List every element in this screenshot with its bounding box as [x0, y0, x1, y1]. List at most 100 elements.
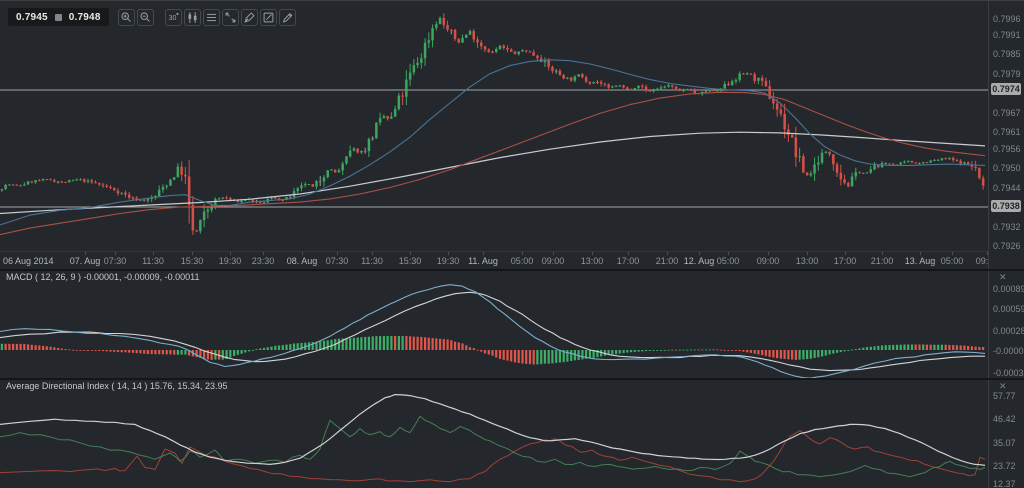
price-axis-label: 0.7991: [993, 30, 1021, 40]
expand-button[interactable]: [222, 9, 239, 26]
time-axis-tick: [115, 252, 116, 255]
spread-square-icon: [55, 14, 62, 21]
time-axis-label: 23:30: [252, 256, 275, 266]
svg-text:30: 30: [168, 15, 176, 22]
timeframe-button[interactable]: 30: [165, 9, 182, 26]
time-axis-tick: [592, 252, 593, 255]
price-axis-label: 0.7985: [993, 49, 1021, 59]
time-axis-label: 15:30: [399, 256, 422, 266]
pencil-icon: [280, 9, 295, 26]
time-axis-tick: [920, 252, 921, 255]
macd-panel-divider: [0, 269, 1024, 271]
time-axis-tick: [153, 252, 154, 255]
time-axis-tick: [302, 252, 303, 255]
time-axis-label: 11. Aug: [468, 256, 498, 266]
macd-axis-label: 0.00089: [993, 284, 1024, 294]
time-axis-tick: [667, 252, 668, 255]
time-axis-tick: [85, 252, 86, 255]
adx-axis-label: 46.42: [993, 414, 1016, 424]
time-axis-label: 11:30: [361, 256, 383, 266]
time-axis-label: 21:00: [871, 256, 894, 266]
time-axis-label: 09:00: [757, 256, 780, 266]
time-axis-tick: [263, 252, 264, 255]
macd-axis-label: 0.00028: [993, 326, 1024, 336]
time-axis-label: 17:00: [834, 256, 857, 266]
annotate-button[interactable]: [260, 9, 277, 26]
time-axis-tick: [628, 252, 629, 255]
pen-icon: [242, 9, 257, 26]
adx-axis-label: 23.72: [993, 461, 1016, 471]
time-axis-label: 07:30: [326, 256, 349, 266]
candlestick-icon: [185, 9, 200, 26]
quote-box[interactable]: 0.7945 0.7948: [8, 8, 109, 26]
time-axis-label: 21:00: [656, 256, 679, 266]
adx-axis-label: 57.77: [993, 391, 1016, 401]
price-axis-label: 0.7944: [993, 183, 1021, 193]
toolbar: 0.7945 0.7948 30: [8, 8, 298, 26]
zoom-out-icon: [138, 9, 153, 26]
trading-chart-window: 0.7945 0.7948 30 0.79960.79910.79850.797…: [0, 0, 1024, 488]
price-axis-label: 0.7956: [993, 144, 1021, 154]
macd-axis-label: -0.00033: [993, 368, 1024, 378]
zoom-in-button[interactable]: [118, 9, 135, 26]
price-axis-label: 0.7926: [993, 241, 1021, 251]
bid-price: 0.7945: [16, 12, 48, 23]
indicators-button[interactable]: [203, 9, 220, 26]
draw-button[interactable]: [279, 9, 296, 26]
time-axis[interactable]: 06 Aug 201407. Aug07:3011:3015:3019:3023…: [0, 251, 1005, 270]
time-axis-tick: [728, 252, 729, 255]
time-axis-label: 09:00: [542, 256, 565, 266]
time-axis-tick: [230, 252, 231, 255]
time-axis-tick: [410, 252, 411, 255]
time-axis-tick: [882, 252, 883, 255]
expand-icon: [223, 9, 238, 26]
time-axis-tick: [448, 252, 449, 255]
time-axis-label: 05:00: [717, 256, 740, 266]
pen-button[interactable]: [241, 9, 258, 26]
toolbar-buttons: 30: [118, 9, 298, 26]
time-axis-tick: [553, 252, 554, 255]
time-axis-label: 12. Aug: [684, 256, 715, 266]
time-axis-tick: [337, 252, 338, 255]
time-axis-label: 08. Aug: [287, 256, 318, 266]
time-axis-label: 06 Aug 2014: [3, 256, 54, 266]
adx-axis-label: 35.07: [993, 438, 1016, 448]
time-axis-label: 07. Aug: [70, 256, 101, 266]
macd-axis-label: -0.00002: [993, 346, 1024, 356]
price-axis-label: 0.7950: [993, 163, 1021, 173]
time-axis-tick: [952, 252, 953, 255]
price-axis-label: 0.7932: [993, 222, 1021, 232]
adx-close-icon[interactable]: ✕: [999, 382, 1007, 391]
time-axis-tick: [372, 252, 373, 255]
time-axis-label: 17:00: [617, 256, 640, 266]
price-axis-label: 0.7961: [993, 127, 1021, 137]
time-axis-label: 05:00: [941, 256, 964, 266]
price-level-badge: 0.7974: [991, 83, 1021, 95]
timeframe-30-icon: 30: [166, 9, 181, 26]
time-axis-label: 13:00: [796, 256, 819, 266]
ask-price: 0.7948: [69, 12, 101, 23]
time-axis-label: 19:30: [219, 256, 242, 266]
time-axis-tick: [768, 252, 769, 255]
time-axis-label: 07:30: [104, 256, 127, 266]
price-axis[interactable]: 0.79960.79910.79850.79790.79670.79610.79…: [988, 1, 1024, 488]
macd-indicator-label: MACD ( 12, 26, 9 ) -0.00001, -0.00009, -…: [6, 272, 199, 282]
zoom-in-icon: [119, 9, 134, 26]
time-axis-label: 11:30: [142, 256, 164, 266]
indicators-icon: [204, 9, 219, 26]
adx-panel-divider: [0, 378, 1024, 380]
time-axis-tick: [522, 252, 523, 255]
time-axis-label: 13:00: [581, 256, 604, 266]
price-axis-label: 0.7967: [993, 108, 1021, 118]
adx-indicator-label: Average Directional Index ( 14, 14 ) 15.…: [6, 381, 227, 391]
time-axis-tick: [192, 252, 193, 255]
time-axis-label: 19:30: [437, 256, 460, 266]
edit-box-icon: [261, 9, 276, 26]
chart-canvas[interactable]: [0, 1, 988, 488]
macd-close-icon[interactable]: ✕: [999, 273, 1007, 282]
time-axis-label: 13. Aug: [905, 256, 936, 266]
time-axis-tick: [699, 252, 700, 255]
zoom-out-button[interactable]: [137, 9, 154, 26]
chart-type-button[interactable]: [184, 9, 201, 26]
time-axis-tick: [845, 252, 846, 255]
